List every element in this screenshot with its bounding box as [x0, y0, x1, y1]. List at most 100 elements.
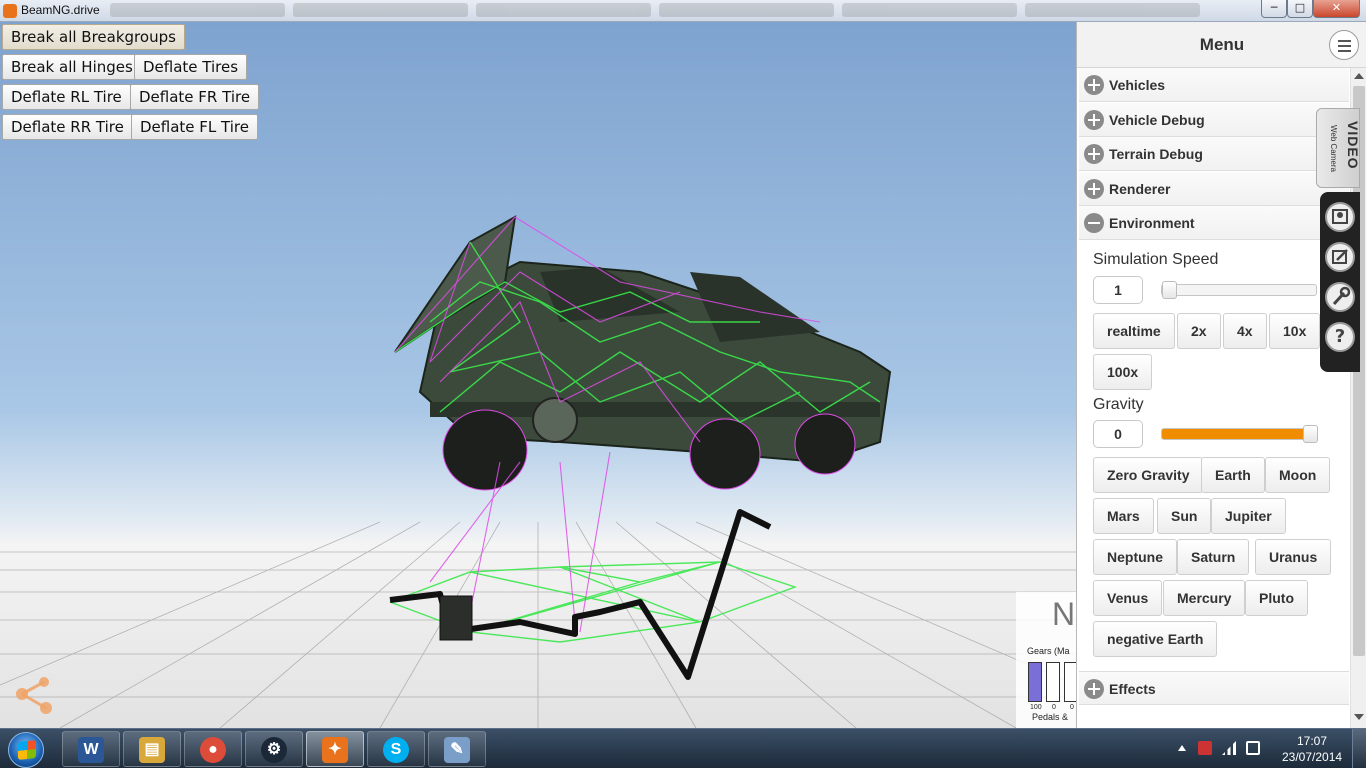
minimize-button[interactable]: ─: [1261, 0, 1287, 18]
menu-item-label: Environment: [1109, 215, 1195, 231]
menu-item-label: Vehicles: [1109, 77, 1166, 93]
simulation-speed-label: Simulation Speed: [1093, 251, 1219, 268]
taskbar-app-word[interactable]: W: [62, 731, 120, 767]
speed-4x-button[interactable]: 4x: [1223, 313, 1267, 349]
plus-circle-icon: [1084, 179, 1104, 199]
side-toolbar: VIDEO Web Camera ?: [1316, 108, 1364, 372]
clock-time[interactable]: 17:07: [1282, 734, 1342, 748]
deflate-rl-tire-button[interactable]: Deflate RL Tire: [2, 84, 131, 110]
menu-item-label: Effects: [1109, 681, 1156, 697]
break-all-hinges-button[interactable]: Break all Hinges: [2, 54, 142, 80]
pedals-label: Pedals &: [1032, 712, 1069, 722]
slider-handle[interactable]: [1162, 281, 1177, 299]
plus-circle-icon: [1084, 110, 1104, 130]
hamburger-menu-icon[interactable]: [1329, 30, 1359, 60]
gears-label: Gears (Ma: [1027, 646, 1070, 656]
gravity-uranus-button[interactable]: Uranus: [1255, 539, 1332, 575]
gravity-neptune-button[interactable]: Neptune: [1093, 539, 1177, 575]
gravity-mars-button[interactable]: Mars: [1093, 498, 1154, 534]
volume-icon[interactable]: [1246, 741, 1260, 755]
beamng-app-icon: [3, 4, 17, 18]
gearbox-widget: N Gears (Ma 100 0 0 Pedals &: [1016, 592, 1076, 728]
video-tab[interactable]: VIDEO Web Camera: [1316, 108, 1361, 188]
menu-item-environment[interactable]: Environment: [1079, 206, 1349, 240]
gravity-field[interactable]: 0: [1093, 420, 1143, 448]
menu-item-renderer[interactable]: Renderer: [1079, 172, 1349, 206]
taskbar-app-chrome[interactable]: ●: [184, 731, 242, 767]
gravity-pluto-button[interactable]: Pluto: [1245, 580, 1308, 616]
game-viewport[interactable]: Break all Breakgroups Break all Hinges D…: [0, 22, 1076, 728]
windows-logo-icon: [18, 740, 36, 760]
menu-title: Menu: [1199, 35, 1245, 54]
simulation-speed-field[interactable]: 1: [1093, 276, 1143, 304]
speed-realtime-button[interactable]: realtime: [1093, 313, 1175, 349]
clock-date[interactable]: 23/07/2014: [1282, 750, 1342, 764]
plus-circle-icon: [1084, 144, 1104, 164]
gravity-slider[interactable]: [1161, 425, 1319, 443]
gravity-moon-button[interactable]: Moon: [1265, 457, 1331, 493]
maximize-button[interactable]: □: [1287, 0, 1313, 18]
deflate-rr-tire-button[interactable]: Deflate RR Tire: [2, 114, 133, 140]
user-icon[interactable]: [1325, 202, 1355, 232]
help-icon[interactable]: ?: [1325, 322, 1355, 352]
gear-bar: [1064, 662, 1076, 702]
break-all-breakgroups-button[interactable]: Break all Breakgroups: [2, 24, 185, 50]
menu-item-label: Terrain Debug: [1109, 146, 1203, 162]
gravity-zero-button[interactable]: Zero Gravity: [1093, 457, 1204, 493]
gravity-venus-button[interactable]: Venus: [1093, 580, 1163, 616]
slider-handle[interactable]: [1303, 425, 1319, 443]
tray-app-icon[interactable]: [1198, 741, 1212, 755]
taskbar-app-explorer[interactable]: ▤: [123, 731, 181, 767]
simulation-speed-slider[interactable]: [1161, 281, 1317, 299]
deflate-fr-tire-button[interactable]: Deflate FR Tire: [130, 84, 260, 110]
background-browser-tabs: [110, 3, 1240, 19]
gear-bar: [1028, 662, 1042, 702]
menu-item-vehicle-debug[interactable]: Vehicle Debug: [1079, 103, 1349, 137]
windows-taskbar: W ▤ ● ⚙ ✦ S ✎ 17:07 23/07/2014: [0, 728, 1366, 768]
paint-icon: ✎: [444, 737, 470, 763]
speed-2x-button[interactable]: 2x: [1177, 313, 1221, 349]
wrench-icon[interactable]: [1325, 282, 1355, 312]
minus-circle-icon: [1084, 213, 1104, 233]
menu-item-vehicles[interactable]: Vehicles: [1079, 68, 1349, 102]
edit-icon[interactable]: [1325, 242, 1355, 272]
tool-strip: ?: [1320, 192, 1360, 372]
scroll-up-icon[interactable]: [1354, 73, 1364, 79]
gear-bar: [1046, 662, 1060, 702]
gear-bar-value: 0: [1070, 704, 1074, 711]
gear-bar-value: 100: [1030, 704, 1042, 711]
plus-circle-icon: [1084, 679, 1104, 699]
tray-expand-icon[interactable]: [1178, 745, 1186, 751]
deflate-fl-tire-button[interactable]: Deflate FL Tire: [131, 114, 258, 140]
taskbar-app-steam[interactable]: ⚙: [245, 731, 303, 767]
taskbar-app-paint[interactable]: ✎: [428, 731, 486, 767]
deflate-tires-button[interactable]: Deflate Tires: [134, 54, 248, 80]
scroll-down-icon[interactable]: [1354, 714, 1364, 720]
gravity-negative-earth-button[interactable]: negative Earth: [1093, 621, 1218, 657]
video-tab-label: VIDEO: [1345, 121, 1361, 170]
menu-item-label: Vehicle Debug: [1109, 112, 1205, 128]
network-icon[interactable]: [1222, 741, 1236, 755]
explorer-icon: ▤: [139, 737, 165, 763]
show-desktop-button[interactable]: [1352, 729, 1366, 768]
menu-item-terrain-debug[interactable]: Terrain Debug: [1079, 137, 1349, 171]
window-titlebar: BeamNG.drive ─ □ ✕: [0, 0, 1366, 22]
gravity-saturn-button[interactable]: Saturn: [1177, 539, 1250, 575]
start-button[interactable]: [8, 732, 44, 768]
taskbar-app-beamng[interactable]: ✦: [306, 731, 364, 767]
menu-header: Menu: [1077, 22, 1366, 68]
current-gear: N: [1052, 596, 1076, 632]
gravity-earth-button[interactable]: Earth: [1201, 457, 1265, 493]
gravity-jupiter-button[interactable]: Jupiter: [1211, 498, 1286, 534]
menu-item-effects[interactable]: Effects: [1079, 671, 1349, 705]
gravity-sun-button[interactable]: Sun: [1157, 498, 1212, 534]
speed-100x-button[interactable]: 100x: [1093, 354, 1153, 390]
close-button[interactable]: ✕: [1313, 0, 1360, 18]
speed-10x-button[interactable]: 10x: [1269, 313, 1321, 349]
steam-icon: ⚙: [261, 737, 287, 763]
beamng-logo-icon: [16, 677, 52, 714]
gear-bar-value: 0: [1052, 704, 1056, 711]
taskbar-app-skype[interactable]: S: [367, 731, 425, 767]
gravity-mercury-button[interactable]: Mercury: [1163, 580, 1246, 616]
window-title: BeamNG.drive: [21, 3, 100, 17]
